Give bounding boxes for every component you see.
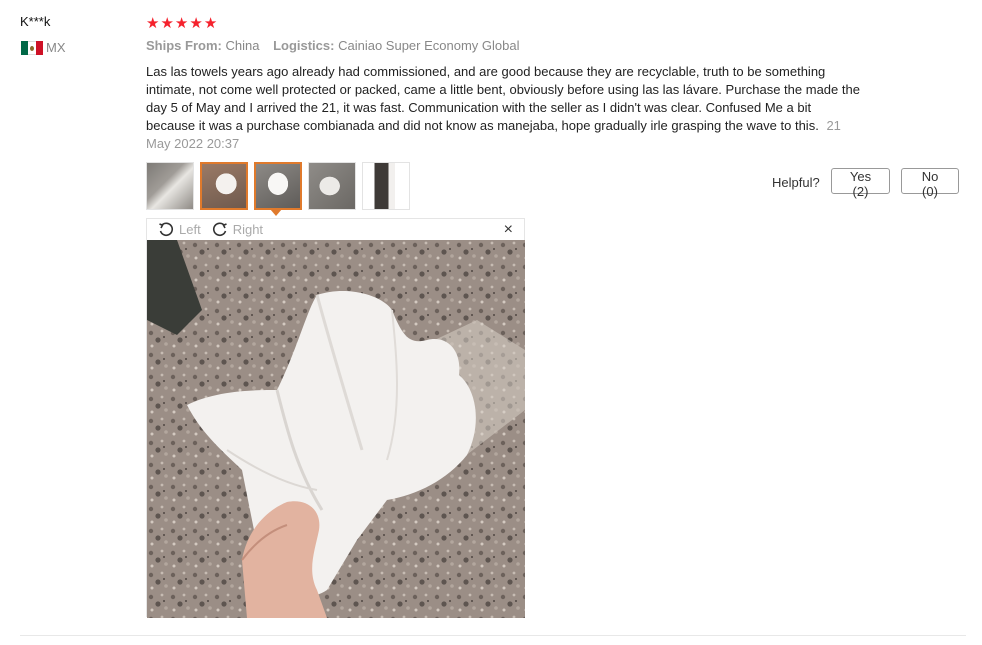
rotate-right-icon <box>212 222 227 236</box>
rotate-right-label: Right <box>232 222 264 237</box>
star-icon: ★ <box>203 15 218 32</box>
rotate-left-button[interactable]: Left <box>158 222 201 238</box>
selected-thumbnail-pointer <box>270 209 282 216</box>
country-code: MX <box>46 40 66 55</box>
star-icon: ★ <box>146 15 160 32</box>
reviewer-country: MX <box>21 40 66 55</box>
star-icon: ★ <box>189 15 203 32</box>
review-photo-large <box>147 240 525 618</box>
helpful-yes-button[interactable]: Yes (2) <box>831 168 890 199</box>
star-icon: ★ <box>160 15 174 32</box>
photo-viewer: Left Right × <box>146 218 525 618</box>
ships-from-label: Ships From: <box>146 38 222 53</box>
helpful-no-button[interactable]: No (0) <box>901 168 959 199</box>
photo-thumbnail[interactable] <box>308 162 356 210</box>
reviewer-name: K***k <box>20 14 51 29</box>
towel-photo-image <box>147 240 525 618</box>
shipping-info: Ships From: China Logistics: Cainiao Sup… <box>146 38 519 53</box>
rotate-right-button[interactable]: Right <box>212 222 263 238</box>
photo-thumbnail[interactable] <box>200 162 248 210</box>
review-divider <box>20 635 966 636</box>
rotate-left-icon <box>159 222 174 236</box>
photo-viewer-toolbar: Left Right × <box>147 219 524 240</box>
photo-thumbnail[interactable] <box>362 162 410 210</box>
ships-from-value: China <box>225 38 260 53</box>
star-icon: ★ <box>174 15 189 32</box>
logistics-value: Cainiao Super Economy Global <box>338 38 520 53</box>
mexico-flag-icon <box>21 40 43 55</box>
rotate-left-label: Left <box>179 222 201 237</box>
review-content: Las las towels years ago already had com… <box>146 63 861 153</box>
logistics-label: Logistics: <box>273 38 335 53</box>
helpful-label: Helpful? <box>772 175 820 190</box>
photo-thumbnail-selected[interactable] <box>254 162 302 210</box>
review-photo-thumbnails <box>146 162 410 210</box>
photo-thumbnail[interactable] <box>146 162 194 210</box>
close-icon[interactable]: × <box>504 221 513 239</box>
review-body: Las las towels years ago already had com… <box>146 64 860 133</box>
star-rating: ★ ★ ★ ★ ★ <box>146 14 217 32</box>
